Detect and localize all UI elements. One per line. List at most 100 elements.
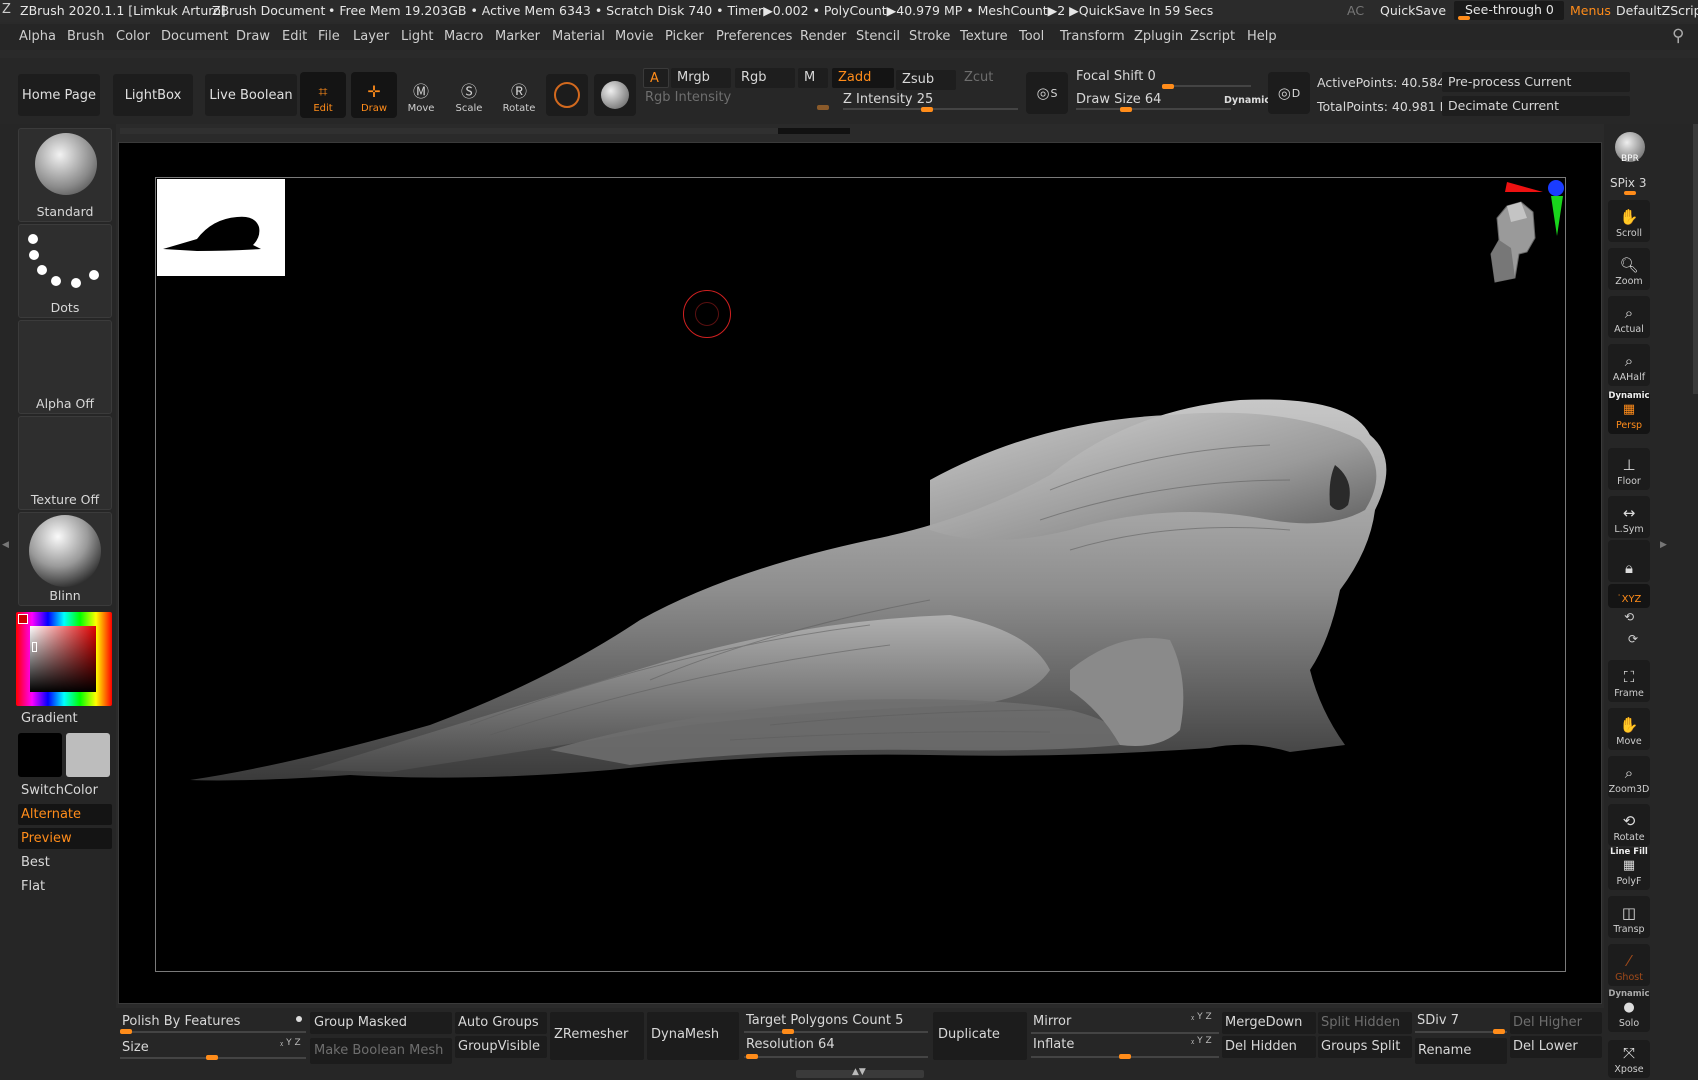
zremesher-button[interactable]: ZRemesher bbox=[550, 1012, 644, 1060]
menu-texture[interactable]: Texture bbox=[960, 29, 1008, 44]
menus-toggle[interactable]: Menus bbox=[1570, 3, 1611, 18]
duplicate-button[interactable]: Duplicate bbox=[933, 1012, 1027, 1060]
a-toggle[interactable]: A bbox=[643, 68, 669, 88]
solo-button[interactable]: Dynamic ● Solo bbox=[1608, 989, 1650, 1032]
rotate-view-button[interactable]: ⟲ Rotate bbox=[1608, 804, 1650, 846]
left-collapse-arrow-icon[interactable]: ◀ bbox=[2, 540, 9, 554]
zsub-toggle[interactable]: Zsub bbox=[896, 70, 956, 90]
polish-by-features-slider[interactable]: Polish By Features bbox=[120, 1012, 306, 1034]
focal-shift-s-button[interactable]: ◎ S bbox=[1026, 72, 1068, 114]
focal-shift-knob[interactable] bbox=[1162, 84, 1174, 89]
live-boolean-button[interactable]: Live Boolean bbox=[205, 74, 297, 116]
quicksave-button[interactable]: QuickSave bbox=[1380, 3, 1446, 18]
scale-mode-button[interactable]: Ⓢ Scale bbox=[446, 72, 492, 118]
menu-tool[interactable]: Tool bbox=[1019, 29, 1044, 44]
see-through-slider[interactable]: See-through 0 bbox=[1454, 1, 1564, 20]
menu-brush[interactable]: Brush bbox=[67, 29, 105, 44]
move-mode-button[interactable]: Ⓜ Move bbox=[398, 72, 444, 118]
z-intensity-slider[interactable]: Z Intensity 25 bbox=[843, 92, 1018, 112]
group-visible-button[interactable]: GroupVisible bbox=[455, 1036, 547, 1058]
bpr-button[interactable]: BPR bbox=[1610, 132, 1650, 168]
zoom3d-button[interactable]: ⌕ Zoom3D bbox=[1608, 756, 1650, 798]
polyf-button[interactable]: Line Fill ▦ PolyF bbox=[1608, 847, 1650, 890]
menu-alpha[interactable]: Alpha bbox=[19, 29, 56, 44]
scroll-button[interactable]: ✋ Scroll bbox=[1608, 200, 1650, 242]
draw-size-slider[interactable]: Draw Size 64 Dynamic bbox=[1076, 92, 1270, 112]
size-knob[interactable] bbox=[206, 1055, 218, 1060]
xyz-button[interactable]: ˙XYZ bbox=[1608, 584, 1650, 608]
see-through-knob[interactable] bbox=[1458, 16, 1470, 20]
switch-color-button[interactable]: SwitchColor bbox=[18, 780, 112, 801]
home-page-button[interactable]: Home Page bbox=[18, 74, 100, 116]
target-polygons-slider[interactable]: Target Polygons Count 5 bbox=[744, 1012, 928, 1034]
resolution-slider[interactable]: Resolution 64 bbox=[744, 1036, 928, 1060]
menu-preferences[interactable]: Preferences bbox=[716, 29, 792, 44]
lightbox-button[interactable]: LightBox bbox=[113, 74, 193, 116]
target-polygons-knob[interactable] bbox=[782, 1029, 794, 1034]
stroke-selector[interactable]: Dots bbox=[18, 224, 112, 318]
dynamic-toggle[interactable]: Dynamic bbox=[1224, 95, 1270, 106]
del-higher-button[interactable]: Del Higher bbox=[1510, 1012, 1602, 1034]
aahalf-button[interactable]: ⌕ AAHalf bbox=[1608, 344, 1650, 386]
zoom-button[interactable]: 🔍︎ Zoom bbox=[1608, 248, 1650, 290]
rgb-intensity-knob[interactable] bbox=[817, 105, 829, 110]
ac-label[interactable]: AC bbox=[1347, 3, 1364, 18]
actual-button[interactable]: ⌕ Actual bbox=[1608, 296, 1650, 338]
frame-button[interactable]: ⛶ Frame bbox=[1608, 660, 1650, 702]
group-masked-button[interactable]: Group Masked bbox=[310, 1012, 452, 1034]
spix-knob[interactable] bbox=[1624, 191, 1636, 195]
resolution-knob[interactable] bbox=[746, 1054, 758, 1059]
make-boolean-mesh-button[interactable]: Make Boolean Mesh bbox=[310, 1038, 452, 1064]
menu-transform[interactable]: Transform bbox=[1060, 29, 1125, 44]
polish-knob[interactable] bbox=[120, 1029, 132, 1034]
menu-edit[interactable]: Edit bbox=[282, 29, 307, 44]
xpose-button[interactable]: ⤧ Xpose bbox=[1608, 1040, 1650, 1078]
del-lower-button[interactable]: Del Lower bbox=[1510, 1036, 1602, 1058]
size-slider[interactable]: Size ᵪ Y Z bbox=[120, 1038, 306, 1060]
sdiv-knob[interactable] bbox=[1493, 1029, 1505, 1034]
edit-mode-button[interactable]: ⌗ Edit bbox=[300, 72, 346, 118]
menu-stroke[interactable]: Stroke bbox=[909, 29, 950, 44]
menu-material[interactable]: Material bbox=[552, 29, 605, 44]
menu-file[interactable]: File bbox=[318, 29, 340, 44]
preview-toggle[interactable]: Preview bbox=[18, 828, 112, 849]
menu-render[interactable]: Render bbox=[800, 29, 846, 44]
focal-shift-slider[interactable]: Focal Shift 0 bbox=[1076, 69, 1251, 89]
preprocess-current-button[interactable]: Pre-process Current bbox=[1442, 72, 1630, 92]
zadd-toggle[interactable]: Zadd bbox=[832, 68, 894, 88]
move-view-button[interactable]: ✋ Move bbox=[1608, 708, 1650, 750]
inflate-slider[interactable]: Inflate ᵪ Y Z bbox=[1031, 1036, 1219, 1060]
inflate-knob[interactable] bbox=[1119, 1054, 1131, 1059]
pin-icon[interactable]: ⚲ bbox=[1672, 26, 1684, 46]
mrgb-toggle[interactable]: Mrgb bbox=[671, 68, 731, 88]
rgb-toggle[interactable]: Rgb bbox=[735, 68, 795, 88]
rotate-y-icon[interactable]: ⟲ bbox=[1624, 610, 1634, 624]
flat-render-button[interactable]: Flat bbox=[18, 876, 112, 897]
menu-zplugin[interactable]: Zplugin bbox=[1134, 29, 1183, 44]
lock-button[interactable]: 🔒︎ bbox=[1608, 540, 1650, 582]
silhouette-thumbnail[interactable] bbox=[157, 179, 285, 276]
sdiv-slider[interactable]: SDiv 7 bbox=[1415, 1012, 1507, 1034]
tab-strip-active[interactable] bbox=[778, 128, 850, 134]
material-selector[interactable]: Blinn bbox=[18, 512, 112, 606]
color-picker[interactable] bbox=[16, 612, 112, 706]
menu-layer[interactable]: Layer bbox=[353, 29, 389, 44]
alternate-toggle[interactable]: Alternate bbox=[18, 804, 112, 825]
menu-light[interactable]: Light bbox=[401, 29, 433, 44]
z-intensity-knob[interactable] bbox=[921, 107, 933, 112]
menu-picker[interactable]: Picker bbox=[665, 29, 704, 44]
sculpt-model[interactable] bbox=[170, 380, 1500, 830]
default-zscript-button[interactable]: DefaultZScript bbox=[1616, 3, 1698, 18]
menu-stencil[interactable]: Stencil bbox=[856, 29, 900, 44]
gizmo-button[interactable] bbox=[594, 74, 636, 116]
auto-groups-button[interactable]: Auto Groups bbox=[455, 1012, 547, 1034]
rename-button[interactable]: Rename bbox=[1415, 1038, 1507, 1064]
material-sphere-button[interactable] bbox=[546, 74, 588, 116]
split-hidden-button[interactable]: Split Hidden bbox=[1318, 1012, 1412, 1034]
menu-macro[interactable]: Macro bbox=[444, 29, 483, 44]
decimate-current-button[interactable]: Decimate Current bbox=[1442, 96, 1630, 116]
deformation-d-button[interactable]: ◎ D bbox=[1268, 72, 1310, 114]
transp-button[interactable]: ◫ Transp bbox=[1608, 896, 1650, 938]
dynamesh-button[interactable]: DynaMesh bbox=[647, 1012, 739, 1060]
merge-down-button[interactable]: MergeDown bbox=[1222, 1012, 1316, 1034]
